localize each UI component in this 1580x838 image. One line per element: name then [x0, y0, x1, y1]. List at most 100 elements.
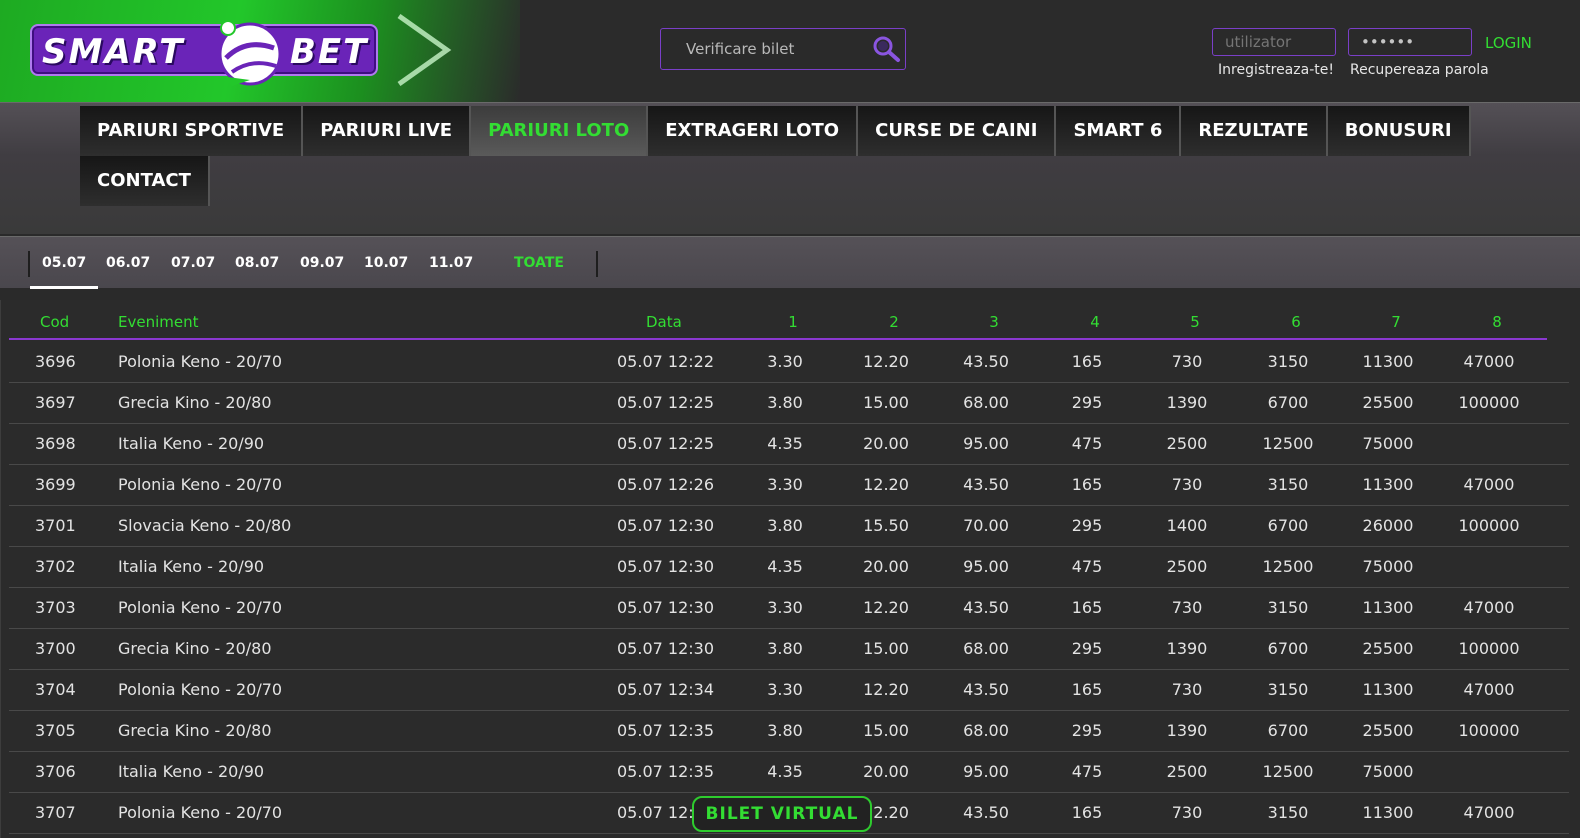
- odd-cell-7[interactable]: 11300: [1348, 680, 1428, 699]
- odd-cell-6[interactable]: 6700: [1248, 516, 1328, 535]
- odd-cell-6[interactable]: 6700: [1248, 721, 1328, 740]
- odd-cell-8[interactable]: 47000: [1449, 352, 1529, 371]
- odd-cell-3[interactable]: 43.50: [946, 680, 1026, 699]
- odd-cell-8[interactable]: 100000: [1449, 721, 1529, 740]
- odd-cell-4[interactable]: 165: [1047, 598, 1127, 617]
- odd-cell-8[interactable]: 47000: [1449, 680, 1529, 699]
- virtual-ticket-button[interactable]: BILET VIRTUAL: [692, 796, 872, 832]
- odd-cell-6[interactable]: 3150: [1248, 598, 1328, 617]
- table-row[interactable]: 3697 Grecia Kino - 20/80 05.07 12:25 3.80 15…: [9, 383, 1569, 424]
- date-tab-0607[interactable]: 06.07: [106, 237, 150, 289]
- odd-cell-4[interactable]: 165: [1047, 352, 1127, 371]
- odd-cell-7[interactable]: 11300: [1348, 475, 1428, 494]
- odd-cell-5[interactable]: 2500: [1147, 762, 1227, 781]
- table-row[interactable]: 3706 Italia Keno - 20/90 05.07 12:35 4.35 20…: [9, 752, 1569, 793]
- odd-cell-3[interactable]: 43.50: [946, 803, 1026, 822]
- odd-cell-4[interactable]: 295: [1047, 639, 1127, 658]
- odd-cell-7[interactable]: 75000: [1348, 762, 1428, 781]
- odd-cell-3[interactable]: 95.00: [946, 434, 1026, 453]
- odd-cell-1[interactable]: 3.30: [745, 680, 825, 699]
- odd-cell-7[interactable]: 11300: [1348, 598, 1428, 617]
- odd-cell-2[interactable]: 15.00: [846, 721, 926, 740]
- odd-cell-8[interactable]: 47000: [1449, 475, 1529, 494]
- odd-cell-2[interactable]: 12.20: [846, 680, 926, 699]
- table-row[interactable]: 3701 Slovacia Keno - 20/80 05.07 12:30 3.80…: [9, 506, 1569, 547]
- odd-cell-7[interactable]: 11300: [1348, 803, 1428, 822]
- table-row[interactable]: 3703 Polonia Keno - 20/70 05.07 12:30 3.30 1…: [9, 588, 1569, 629]
- odd-cell-6[interactable]: 12500: [1248, 557, 1328, 576]
- odd-cell-4[interactable]: 475: [1047, 762, 1127, 781]
- odd-cell-6[interactable]: 12500: [1248, 434, 1328, 453]
- odd-cell-2[interactable]: 20.00: [846, 762, 926, 781]
- odd-cell-4[interactable]: 475: [1047, 434, 1127, 453]
- odd-cell-2[interactable]: 20.00: [846, 557, 926, 576]
- odd-cell-7[interactable]: 75000: [1348, 557, 1428, 576]
- odd-cell-2[interactable]: 12.20: [846, 475, 926, 494]
- nav-item-pariuri-live[interactable]: PARIURI LIVE: [303, 106, 472, 156]
- nav-item-smart-6[interactable]: SMART 6: [1056, 106, 1182, 156]
- nav-item-curse-de-caini[interactable]: CURSE DE CAINI: [858, 106, 1057, 156]
- odd-cell-5[interactable]: 730: [1147, 803, 1227, 822]
- odd-cell-8[interactable]: 100000: [1449, 393, 1529, 412]
- date-tab-1107[interactable]: 11.07: [429, 237, 473, 289]
- odd-cell-1[interactable]: 4.35: [745, 762, 825, 781]
- odd-cell-7[interactable]: 11300: [1348, 352, 1428, 371]
- odd-cell-7[interactable]: 25500: [1348, 393, 1428, 412]
- table-row[interactable]: 3705 Grecia Kino - 20/80 05.07 12:35 3.80 15…: [9, 711, 1569, 752]
- odd-cell-1[interactable]: 3.30: [745, 352, 825, 371]
- odd-cell-3[interactable]: 70.00: [946, 516, 1026, 535]
- odd-cell-3[interactable]: 95.00: [946, 762, 1026, 781]
- odd-cell-1[interactable]: 3.80: [745, 639, 825, 658]
- search-icon[interactable]: [871, 35, 901, 63]
- odd-cell-3[interactable]: 43.50: [946, 352, 1026, 371]
- odd-cell-4[interactable]: 295: [1047, 721, 1127, 740]
- odd-cell-5[interactable]: 2500: [1147, 557, 1227, 576]
- odd-cell-8[interactable]: 47000: [1449, 598, 1529, 617]
- table-row[interactable]: 3700 Grecia Kino - 20/80 05.07 12:30 3.80 15…: [9, 629, 1569, 670]
- odd-cell-1[interactable]: 3.80: [745, 721, 825, 740]
- table-row[interactable]: 3702 Italia Keno - 20/90 05.07 12:30 4.35 20…: [9, 547, 1569, 588]
- odd-cell-6[interactable]: 3150: [1248, 803, 1328, 822]
- odd-cell-2[interactable]: 15.50: [846, 516, 926, 535]
- odd-cell-5[interactable]: 730: [1147, 475, 1227, 494]
- odd-cell-8[interactable]: 100000: [1449, 516, 1529, 535]
- odd-cell-3[interactable]: 43.50: [946, 475, 1026, 494]
- odd-cell-1[interactable]: 3.80: [745, 516, 825, 535]
- odd-cell-4[interactable]: 165: [1047, 475, 1127, 494]
- table-row[interactable]: 3704 Polonia Keno - 20/70 05.07 12:34 3.30 1…: [9, 670, 1569, 711]
- date-tab-0907[interactable]: 09.07: [300, 237, 344, 289]
- odd-cell-4[interactable]: 165: [1047, 680, 1127, 699]
- table-row[interactable]: 3698 Italia Keno - 20/90 05.07 12:25 4.35 20…: [9, 424, 1569, 465]
- odd-cell-1[interactable]: 3.80: [745, 393, 825, 412]
- odd-cell-1[interactable]: 4.35: [745, 557, 825, 576]
- date-tab-all[interactable]: TOATE: [514, 237, 564, 289]
- odd-cell-7[interactable]: 75000: [1348, 434, 1428, 453]
- recover-password-link[interactable]: Recupereaza parola: [1350, 62, 1489, 78]
- odd-cell-3[interactable]: 68.00: [946, 721, 1026, 740]
- odd-cell-5[interactable]: 2500: [1147, 434, 1227, 453]
- odd-cell-2[interactable]: 12.20: [846, 352, 926, 371]
- odd-cell-6[interactable]: 3150: [1248, 680, 1328, 699]
- table-row[interactable]: 3699 Polonia Keno - 20/70 05.07 12:26 3.30 1…: [9, 465, 1569, 506]
- odd-cell-5[interactable]: 1400: [1147, 516, 1227, 535]
- odd-cell-8[interactable]: 100000: [1449, 639, 1529, 658]
- odd-cell-4[interactable]: 295: [1047, 516, 1127, 535]
- table-row[interactable]: 3696 Polonia Keno - 20/70 05.07 12:22 3.30 1…: [9, 342, 1569, 383]
- odd-cell-6[interactable]: 12500: [1248, 762, 1328, 781]
- odd-cell-3[interactable]: 43.50: [946, 598, 1026, 617]
- odd-cell-3[interactable]: 95.00: [946, 557, 1026, 576]
- odd-cell-2[interactable]: 12.20: [846, 598, 926, 617]
- date-tab-1007[interactable]: 10.07: [364, 237, 408, 289]
- smartbet-logo[interactable]: SMART BET: [30, 20, 378, 86]
- odd-cell-5[interactable]: 730: [1147, 352, 1227, 371]
- odd-cell-5[interactable]: 730: [1147, 680, 1227, 699]
- odd-cell-8[interactable]: 47000: [1449, 803, 1529, 822]
- date-tab-0507[interactable]: 05.07: [29, 237, 99, 289]
- odd-cell-5[interactable]: 730: [1147, 598, 1227, 617]
- odd-cell-5[interactable]: 1390: [1147, 721, 1227, 740]
- date-tab-0807[interactable]: 08.07: [235, 237, 279, 289]
- odd-cell-6[interactable]: 6700: [1248, 393, 1328, 412]
- odd-cell-6[interactable]: 3150: [1248, 352, 1328, 371]
- odd-cell-2[interactable]: 15.00: [846, 639, 926, 658]
- nav-item-bonusuri[interactable]: BONUSURI: [1327, 106, 1471, 156]
